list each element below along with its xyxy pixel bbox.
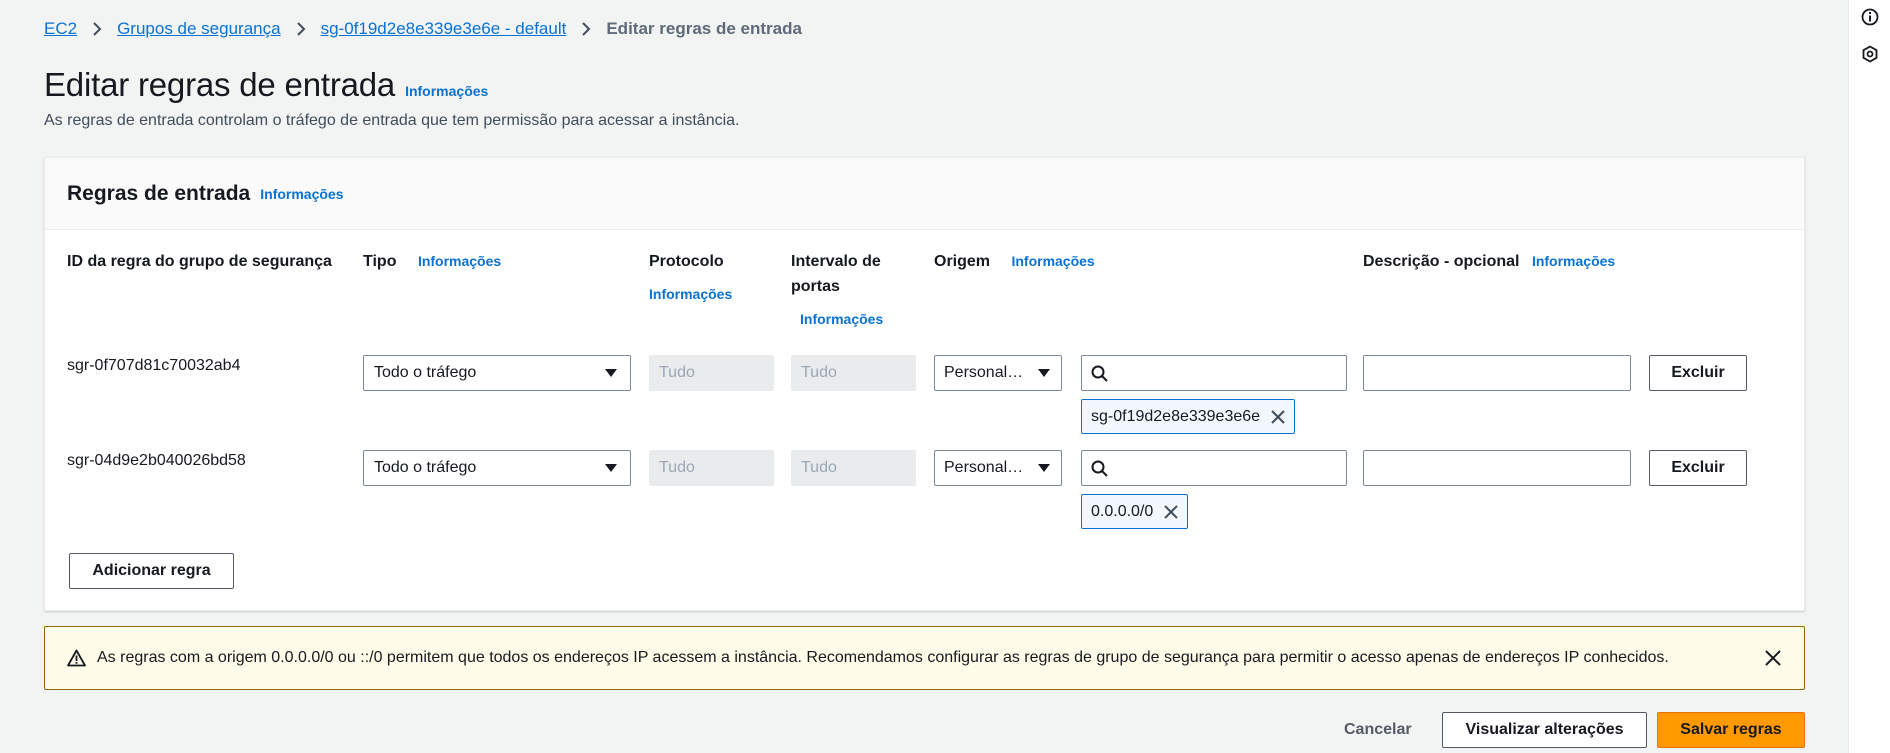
source-token-label: sg-0f19d2e8e339e3e6e — [1091, 407, 1261, 425]
chevron-right-icon — [295, 22, 307, 36]
description-info-link[interactable]: Informações — [1532, 253, 1615, 269]
description-input[interactable] — [1364, 451, 1630, 485]
add-rule-button[interactable]: Adicionar regra — [69, 553, 234, 589]
save-rules-button[interactable]: Salvar regras — [1657, 712, 1805, 748]
breadcrumb: EC2 Grupos de segurança sg-0f19d2e8e339e… — [44, 19, 802, 39]
type-select[interactable]: Todo o tráfego — [363, 450, 631, 486]
type-select-value: Todo o tráfego — [374, 459, 477, 476]
breadcrumb-current: Editar regras de entrada — [606, 19, 802, 38]
cancel-button[interactable]: Cancelar — [1344, 712, 1412, 748]
port-range-field: Tudo — [791, 355, 916, 391]
source-search[interactable] — [1081, 355, 1347, 391]
protocol-info-link[interactable]: Informações — [649, 286, 732, 302]
caret-down-icon — [1037, 463, 1051, 473]
info-icon[interactable] — [1861, 8, 1879, 26]
description-input[interactable] — [1364, 356, 1630, 390]
rule-id: sgr-0f707d81c70032ab4 — [67, 357, 241, 374]
right-rail — [1848, 0, 1890, 753]
description-field[interactable] — [1363, 355, 1631, 391]
source-token: sg-0f19d2e8e339e3e6e — [1081, 399, 1296, 434]
source-info-link[interactable]: Informações — [1011, 253, 1094, 269]
chevron-right-icon — [91, 22, 103, 36]
column-label-port-range: Intervalo de portas — [791, 253, 881, 295]
page-description: As regras de entrada controlam o tráfego… — [44, 112, 740, 129]
warning-alert: As regras com a origem 0.0.0.0/0 ou ::/0… — [44, 626, 1805, 690]
column-header-port-range: Intervalo de portas Informações — [791, 249, 901, 332]
title-row: Editar regras de entrada Informações — [44, 66, 488, 104]
column-label-description: Descrição - opcional — [1363, 253, 1520, 270]
breadcrumb-link-ec2[interactable]: EC2 — [44, 19, 77, 39]
column-label-rule-id: ID da regra do grupo de segurança — [67, 253, 332, 270]
source-type-value: Personal… — [944, 459, 1024, 476]
delete-rule-button[interactable]: Excluir — [1649, 355, 1747, 391]
description-field[interactable] — [1363, 450, 1631, 486]
column-header-rule-id: ID da regra do grupo de segurança — [67, 249, 332, 274]
breadcrumb-link-security-groups[interactable]: Grupos de segurança — [117, 19, 281, 39]
rule-id: sgr-04d9e2b040026bd58 — [67, 452, 246, 469]
type-info-link[interactable]: Informações — [418, 253, 501, 269]
type-select[interactable]: Todo o tráfego — [363, 355, 631, 391]
close-icon[interactable] — [1764, 649, 1782, 667]
column-header-type: Tipo Informações — [363, 249, 501, 274]
source-token: 0.0.0.0/0 — [1081, 494, 1189, 529]
delete-rule-button[interactable]: Excluir — [1649, 450, 1747, 486]
breadcrumb-link-security-group[interactable]: sg-0f19d2e8e339e3e6e - default — [321, 19, 567, 39]
caret-down-icon — [1037, 368, 1051, 378]
container-title: Regras de entrada — [67, 181, 251, 205]
search-icon — [1091, 460, 1108, 477]
port-range-info-link[interactable]: Informações — [800, 311, 883, 327]
close-icon[interactable] — [1163, 504, 1179, 520]
source-type-value: Personal… — [944, 364, 1024, 381]
tool-icon[interactable] — [1861, 45, 1879, 63]
protocol-field: Tudo — [649, 450, 774, 486]
container-info-link[interactable]: Informações — [260, 186, 343, 202]
protocol-field: Tudo — [649, 355, 774, 391]
page-title: Editar regras de entrada — [44, 66, 396, 103]
container-header: Regras de entrada Informações — [45, 158, 1804, 230]
chevron-right-icon — [580, 22, 592, 36]
search-icon — [1091, 365, 1108, 382]
caret-down-icon — [604, 463, 618, 473]
column-label-type: Tipo — [363, 253, 397, 270]
warning-icon — [67, 649, 86, 667]
close-icon[interactable] — [1270, 409, 1286, 425]
alert-text: As regras com a origem 0.0.0.0/0 ou ::/0… — [97, 649, 1669, 666]
source-search-input[interactable] — [1116, 451, 1346, 485]
column-label-protocol: Protocolo — [649, 253, 724, 270]
column-header-source: Origem Informações — [934, 249, 1095, 274]
source-search[interactable] — [1081, 450, 1347, 486]
inbound-rules-container: Regras de entrada Informações ID da regr… — [44, 157, 1805, 611]
preview-changes-button[interactable]: Visualizar alterações — [1442, 712, 1647, 748]
column-header-protocol: Protocolo Informações — [649, 249, 732, 307]
port-range-field: Tudo — [791, 450, 916, 486]
caret-down-icon — [604, 368, 618, 378]
source-token-label: 0.0.0.0/0 — [1091, 502, 1154, 520]
type-select-value: Todo o tráfego — [374, 364, 477, 381]
page-info-link[interactable]: Informações — [405, 83, 488, 99]
source-type-select[interactable]: Personal… — [934, 450, 1062, 486]
column-label-source: Origem — [934, 253, 991, 270]
source-search-input[interactable] — [1116, 356, 1346, 390]
source-type-select[interactable]: Personal… — [934, 355, 1062, 391]
column-header-description: Descrição - opcional Informações — [1363, 249, 1615, 274]
